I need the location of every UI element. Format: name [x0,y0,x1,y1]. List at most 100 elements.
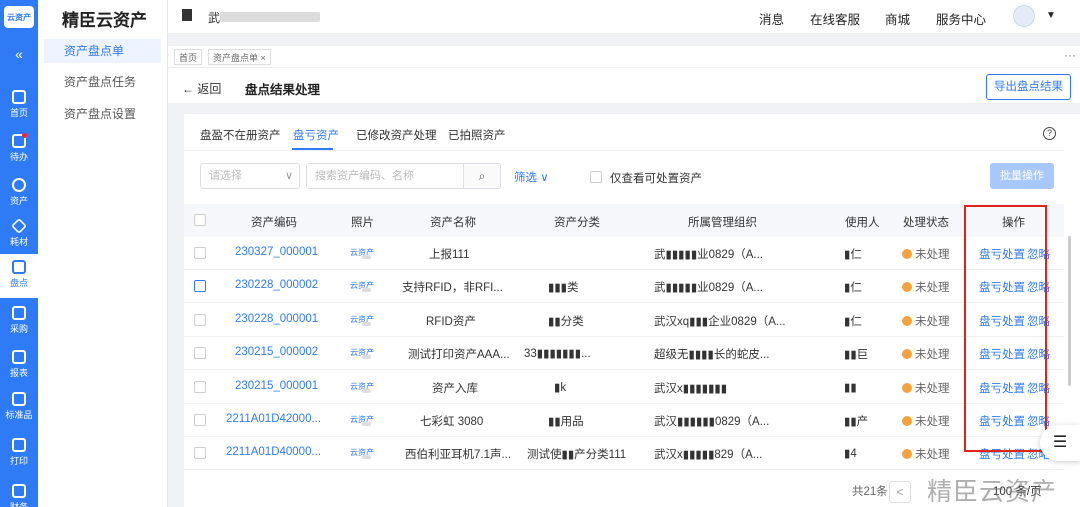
asset-user: ▮▮产 [844,416,869,428]
tab-surplus-unregistered[interactable]: 盘盈不在册资产 [200,127,281,143]
mall-link[interactable]: 商城 [885,9,910,28]
status-text: 未处理 [915,315,950,328]
col-photo: 照片 [351,217,374,229]
select-all-checkbox[interactable] [194,214,206,226]
asset-photo[interactable]: 云资产 [350,447,374,460]
row-checkbox[interactable] [194,313,206,326]
row-checkbox[interactable] [194,247,206,259]
collapse-sidebar-icon[interactable]: « [0,46,38,62]
tab-inventory-list[interactable]: 资产盘点单 × [208,49,271,65]
asset-code-link[interactable]: 230215_000002 [235,346,318,358]
row-checkbox[interactable] [194,280,206,293]
status-badge: 未处理 [902,380,950,396]
row-checkbox[interactable] [194,414,206,426]
asset-photo[interactable]: 云资产 [350,381,374,393]
loss-dispose-link[interactable]: 盘亏处置 [979,380,1025,396]
asset-code-link[interactable]: 230228_000002 [235,279,318,291]
table-row: 2211A01D42000... 云资产 七彩虹 3080 ▮▮用品 武汉▮▮▮▮▮▮0… [184,404,1064,437]
asset-code-link[interactable]: 2211A01D40000... [226,446,321,458]
tab-photographed-assets[interactable]: 已拍照资产 [448,127,506,143]
asset-code-link[interactable]: 230327_000001 [235,246,318,258]
ignore-link[interactable]: 忽略 [1027,313,1050,329]
nav-purchase[interactable]: 采购 [0,300,38,344]
user-avatar[interactable] [1013,5,1035,27]
tab-modified-assets[interactable]: 已修改资产处理 [356,127,437,143]
asset-photo[interactable]: 云资产 [350,280,374,293]
asset-user: ▮仁 [844,282,862,295]
asset-photo[interactable]: 云资产 [350,347,374,360]
left-nav-bar: 云资产 « 首页 待办 资产 耗材 盘点 采购 报表 标准品 打印 财务 [0,0,38,507]
nav-asset[interactable]: 资产 [0,172,38,216]
col-status: 处理状态 [903,217,949,229]
export-results-button[interactable]: 导出盘点结果 [986,74,1071,100]
nav-report[interactable]: 报表 [0,344,38,388]
nav-todo[interactable]: 待办 [0,128,38,172]
asset-photo[interactable]: 云资产 [350,247,374,259]
menu-fab-icon[interactable]: ☰ [1040,425,1080,461]
online-service-link[interactable]: 在线客服 [810,9,860,28]
org-select[interactable]: 请选择 ∨ [200,163,300,189]
nav-standard[interactable]: 标准品 [0,386,38,430]
asset-photo[interactable]: 云资产 [350,314,374,326]
loss-dispose-link[interactable]: 盘亏处置 [979,446,1025,462]
search-icon[interactable]: ⌕ [463,163,501,189]
only-disposable-checkbox[interactable] [590,171,602,183]
help-icon[interactable]: ? [1043,127,1056,140]
loss-dispose-link[interactable]: 盘亏处置 [979,313,1025,329]
asset-name: 资产入库 [432,382,478,395]
nav-consumable[interactable]: 耗材 [0,213,38,257]
company-name[interactable]: 武 [208,9,220,26]
service-center-link[interactable]: 服务中心 [936,9,986,28]
batch-operation-button[interactable]: 批量操作 [990,163,1054,189]
nav-home-label: 首页 [9,108,28,118]
col-asset-code: 资产编码 [251,217,297,229]
page-title: 盘点结果处理 [245,83,321,97]
loss-dispose-link[interactable]: 盘亏处置 [979,246,1025,262]
back-button[interactable]: ← 返回 [182,80,221,97]
ignore-link[interactable]: 忽略 [1027,346,1050,362]
asset-code-link[interactable]: 230228_000001 [235,313,318,325]
nav-finance[interactable]: 财务 [0,478,38,507]
tab-loss-assets[interactable]: 盘亏资产 [293,127,339,143]
asset-name: 测试打印资产AAA... [408,349,510,362]
total-count: 共21条 [852,486,888,498]
ignore-link[interactable]: 忽略 [1027,279,1050,295]
prev-page-button[interactable]: < [889,481,911,503]
asset-category: 测试使▮▮产分类111 [527,449,627,462]
filter-button[interactable]: 筛选 ∨ [514,169,549,185]
loss-dispose-link[interactable]: 盘亏处置 [979,413,1025,429]
asset-code-link[interactable]: 2211A01D42000... [226,413,321,425]
chevron-down-icon[interactable]: ▼ [1046,10,1056,21]
submenu-inventory-task[interactable]: 资产盘点任务 [44,70,161,94]
nav-asset-label: 资产 [9,196,28,206]
col-user: 使用人 [845,217,880,229]
asset-photo[interactable]: 云资产 [350,414,374,426]
page-header: ← 返回 盘点结果处理 导出盘点结果 [168,68,1080,104]
ignore-link[interactable]: 忽略 [1027,413,1050,429]
col-org: 所属管理组织 [688,217,757,229]
submenu-inventory-settings[interactable]: 资产盘点设置 [44,102,161,126]
nav-home[interactable]: 首页 [0,84,38,128]
nav-print[interactable]: 打印 [0,432,38,476]
loss-dispose-link[interactable]: 盘亏处置 [979,346,1025,362]
ignore-link[interactable]: 忽略 [1027,380,1050,396]
app-logo[interactable]: 云资产 [0,0,38,34]
row-checkbox[interactable] [194,380,206,393]
row-checkbox[interactable] [194,447,206,460]
select-placeholder: 请选择 [209,170,242,182]
status-text: 未处理 [915,349,950,362]
submenu-inventory-list[interactable]: 资产盘点单 [44,39,161,63]
nav-consumable-label: 耗材 [9,237,28,247]
more-tabs-icon[interactable]: ··· [1064,48,1076,62]
ignore-link[interactable]: 忽略 [1027,246,1050,262]
watermark: 精臣云资产 [927,478,1058,506]
tab-home[interactable]: 首页 [174,49,203,65]
brand-title: 精臣云资产 [62,11,147,30]
loss-dispose-link[interactable]: 盘亏处置 [979,279,1025,295]
row-checkbox[interactable] [194,347,206,360]
messages-link[interactable]: 消息 [759,9,784,28]
nav-inventory[interactable]: 盘点 [0,254,38,298]
table-scrollbar[interactable] [1068,236,1071,386]
asset-code-link[interactable]: 230215_000001 [235,380,318,392]
standard-icon [12,392,26,406]
